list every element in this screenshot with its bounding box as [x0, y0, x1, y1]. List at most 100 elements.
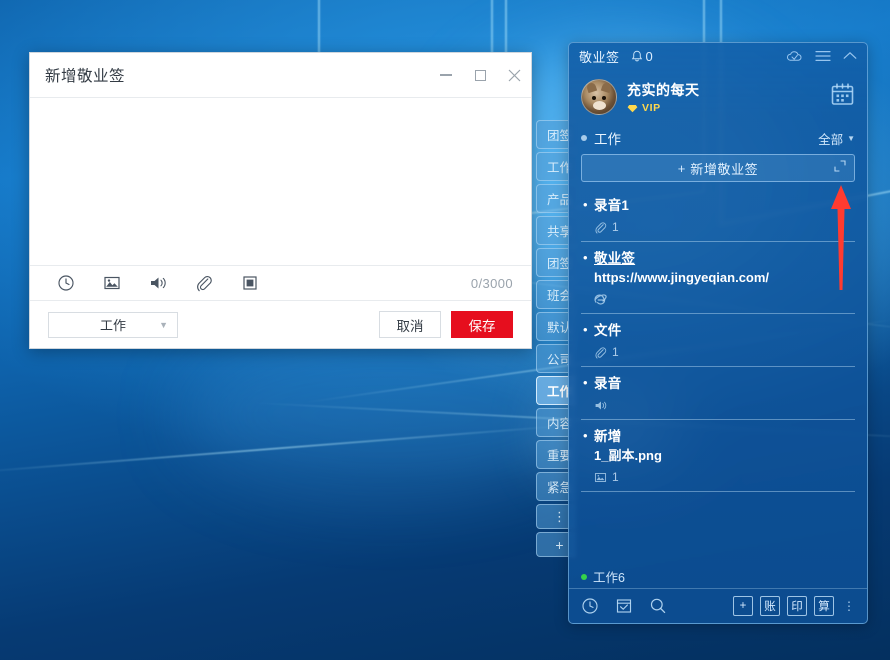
add-note-label: 新增敬业签	[690, 161, 759, 177]
bell-icon	[631, 50, 642, 61]
note-row: • 录音	[583, 374, 853, 393]
note-bullet-icon: •	[583, 428, 588, 443]
image-icon	[104, 276, 120, 290]
more-vertical-icon[interactable]: ⋮	[843, 600, 855, 612]
category-select[interactable]: 工作 ▼	[48, 311, 178, 338]
note-title: 录音	[594, 376, 622, 391]
chevron-down-icon: ▼	[159, 319, 168, 330]
panel-header: 敬业签 0	[569, 43, 867, 69]
sound-record-icon	[594, 399, 608, 412]
dialog-title: 新增敬业签	[45, 68, 126, 85]
note-title: 文件	[594, 323, 622, 338]
calendar-icon	[831, 83, 854, 105]
avatar-detail	[600, 81, 613, 94]
app-brand-title: 敬业签	[579, 49, 620, 65]
sound-record-button[interactable]	[140, 270, 176, 296]
close-button[interactable]	[497, 53, 531, 97]
filter-label: 全部	[818, 132, 844, 147]
add-button[interactable]: +	[733, 596, 753, 616]
cloud-sync-button[interactable]	[786, 50, 803, 63]
note-editor-textarea[interactable]	[30, 98, 531, 265]
note-meta: 1	[594, 219, 853, 235]
status-dot-icon	[581, 573, 587, 580]
attachment-button[interactable]	[186, 270, 222, 296]
expand-icon	[834, 160, 846, 172]
note-meta: 1	[594, 469, 853, 485]
clock-icon	[582, 598, 598, 614]
note-text: 录音1	[594, 196, 853, 215]
note-list-item[interactable]: • 录音	[581, 367, 855, 420]
avatar[interactable]	[581, 79, 617, 115]
search-icon	[650, 598, 666, 614]
chevron-down-icon: ▼	[847, 133, 855, 143]
vip-label: VIP	[642, 102, 661, 114]
notification-bell[interactable]: 0	[631, 49, 653, 64]
calculator-button[interactable]: 算	[814, 596, 834, 616]
note-bullet-icon: •	[583, 375, 588, 390]
screenshot-button[interactable]	[232, 270, 268, 296]
print-button[interactable]: 印	[787, 596, 807, 616]
new-note-dialog: 新增敬业签 0/3000 工作 ▼ 取消 保存	[29, 52, 532, 349]
calendar-button[interactable]	[830, 82, 855, 112]
search-button[interactable]	[649, 597, 667, 615]
user-profile-row: 充实的每天 VIP	[569, 69, 867, 125]
save-button[interactable]: 保存	[451, 311, 513, 338]
reminder-clock-icon	[58, 275, 74, 291]
plus-icon: +	[555, 536, 564, 553]
dialog-footer: 工作 ▼ 取消 保存	[30, 300, 531, 348]
dialog-title-bar: 新增敬业签	[30, 53, 531, 98]
minimize-icon	[440, 74, 452, 76]
note-list[interactable]: • 录音1 1 • 敬业签 https://www.jingyeqian.com…	[569, 189, 867, 565]
chevron-up-icon	[843, 51, 857, 59]
reminder-clock-button[interactable]	[581, 597, 599, 615]
cancel-button[interactable]: 取消	[379, 311, 441, 338]
maximize-icon	[474, 69, 486, 81]
menu-button[interactable]	[815, 50, 831, 62]
note-meta	[594, 397, 853, 413]
add-note-button[interactable]: + 新增敬业签	[581, 154, 855, 182]
checklist-button[interactable]	[615, 597, 633, 615]
category-select-value: 工作	[99, 318, 126, 333]
user-info: 充实的每天 VIP	[627, 80, 700, 114]
note-meta	[594, 291, 853, 307]
checklist-icon	[616, 599, 632, 613]
maximize-button[interactable]	[463, 53, 497, 97]
note-title: 新增	[594, 429, 622, 444]
note-text: 文件	[594, 321, 853, 340]
note-meta-count: 1	[612, 220, 619, 234]
filter-dropdown[interactable]: 全部 ▼	[818, 129, 855, 148]
note-list-item[interactable]: • 新增 1_副本.png 1	[581, 420, 855, 492]
avatar-detail	[602, 96, 606, 100]
cloud-sync-icon	[786, 50, 802, 61]
minimize-button[interactable]	[429, 53, 463, 97]
user-name: 充实的每天	[627, 82, 700, 98]
status-text: 工作6	[593, 571, 625, 585]
insert-image-button[interactable]	[94, 270, 130, 296]
note-meta: 1	[594, 344, 853, 360]
note-row: • 敬业签 https://www.jingyeqian.com/	[583, 249, 853, 287]
character-counter: 0/3000	[470, 275, 513, 291]
avatar-detail	[593, 101, 606, 110]
hamburger-menu-icon	[815, 51, 831, 61]
note-title: 录音1	[594, 198, 630, 213]
note-meta-count: 1	[612, 470, 619, 484]
expand-button[interactable]	[834, 159, 846, 177]
editor-toolbar: 0/3000	[30, 265, 531, 300]
plus-icon: +	[677, 160, 686, 176]
note-text: 录音	[594, 374, 853, 393]
note-row: • 录音1	[583, 196, 853, 215]
note-list-item[interactable]: • 录音1 1	[581, 189, 855, 242]
note-row: • 新增 1_副本.png	[583, 427, 853, 465]
collapse-button[interactable]	[843, 51, 857, 61]
note-list-item[interactable]: • 敬业签 https://www.jingyeqian.com/	[581, 242, 855, 314]
attachment-paperclip-icon	[594, 221, 607, 234]
note-text: 敬业签 https://www.jingyeqian.com/	[594, 249, 853, 287]
reminder-clock-button[interactable]	[48, 270, 84, 296]
attachment-paperclip-icon	[594, 346, 607, 359]
ledger-button[interactable]: 账	[760, 596, 780, 616]
note-list-item[interactable]: • 文件 1	[581, 314, 855, 367]
note-subtitle-url[interactable]: https://www.jingyeqian.com/	[594, 268, 853, 287]
red-arrow-annotation	[831, 185, 851, 290]
panel-footer-toolbar: + 账 印 算 ⋮	[569, 589, 867, 623]
notification-count: 0	[645, 48, 653, 64]
